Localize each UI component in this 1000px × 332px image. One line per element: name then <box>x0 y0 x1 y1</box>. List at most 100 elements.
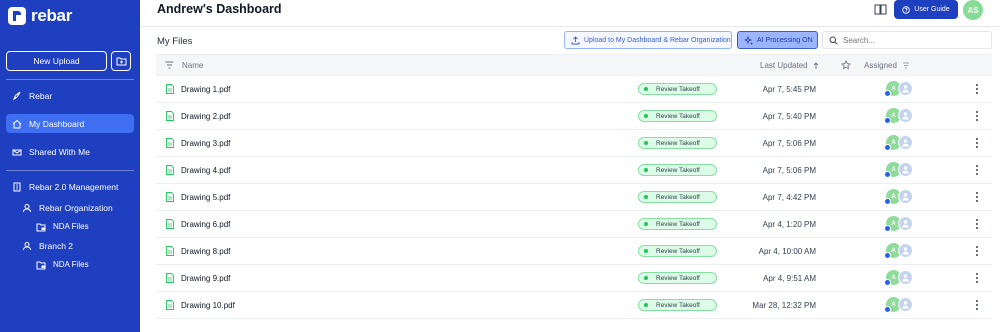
new-upload-button[interactable]: New Upload <box>6 51 107 71</box>
online-badge <box>884 306 891 313</box>
sidebar-item-rebar-organization[interactable]: Rebar Organization <box>6 198 134 217</box>
table-row[interactable]: Drawing 3.pdf Review Takeoff Apr 7, 5:06… <box>156 130 992 157</box>
ai-processing-toggle[interactable]: AI Processing ON <box>737 31 818 49</box>
file-name[interactable]: Drawing 5.pdf <box>181 193 230 202</box>
file-name[interactable]: Drawing 1.pdf <box>181 85 230 94</box>
status-badge[interactable]: Review Takeoff <box>638 218 717 230</box>
user-icon <box>902 166 909 174</box>
table-row[interactable]: Drawing 5.pdf Review Takeoff Apr 7, 4:42… <box>156 184 992 211</box>
more-options-icon[interactable] <box>975 246 979 256</box>
online-badge <box>884 90 891 97</box>
table-row[interactable]: Drawing 4.pdf Review Takeoff Apr 7, 5:06… <box>156 157 992 184</box>
search-box[interactable] <box>822 31 992 49</box>
more-options-icon[interactable] <box>975 219 979 229</box>
more-options-icon[interactable] <box>975 111 979 121</box>
sidebar-item-label: NDA Files <box>53 222 89 231</box>
status-dot <box>644 303 648 307</box>
user-guide-button[interactable]: User Guide <box>894 0 958 19</box>
status-badge[interactable]: Review Takeoff <box>638 164 717 176</box>
filter-icon[interactable] <box>165 61 174 69</box>
upload-icon <box>571 35 580 44</box>
help-circle-icon <box>902 5 911 14</box>
table-row[interactable]: Drawing 8.pdf Review Takeoff Apr 4, 10:0… <box>156 238 992 265</box>
add-assignee-avatar[interactable] <box>898 162 913 177</box>
sidebar-item-rebar[interactable]: Rebar <box>6 86 134 105</box>
add-assignee-avatar[interactable] <box>898 108 913 123</box>
sidebar-item-shared-with-me[interactable]: Shared With Me <box>6 142 134 161</box>
status-badge[interactable]: Review Takeoff <box>638 272 717 284</box>
assignees[interactable]: A <box>884 108 918 124</box>
rebar-logo-icon <box>8 7 26 25</box>
column-last-updated[interactable]: Last Updated <box>760 61 819 70</box>
add-assignee-avatar[interactable] <box>898 135 913 150</box>
table-row[interactable]: Drawing 6.pdf Review Takeoff Apr 4, 1:20… <box>156 211 992 238</box>
user-icon <box>902 112 909 120</box>
table-row[interactable]: Drawing 1.pdf Review Takeoff Apr 7, 5:45… <box>156 76 992 103</box>
user-avatar[interactable]: AS <box>963 0 983 20</box>
file-name[interactable]: Drawing 4.pdf <box>181 166 230 175</box>
assignees[interactable]: A <box>884 270 918 286</box>
more-options-icon[interactable] <box>975 273 979 283</box>
book-icon[interactable] <box>874 4 887 15</box>
file-name[interactable]: Drawing 3.pdf <box>181 139 230 148</box>
file-name[interactable]: Drawing 2.pdf <box>181 112 230 121</box>
add-assignee-avatar[interactable] <box>898 81 913 96</box>
file-name[interactable]: Drawing 6.pdf <box>181 220 230 229</box>
add-assignee-avatar[interactable] <box>898 297 913 312</box>
status-label: Review Takeoff <box>656 85 700 93</box>
column-last-updated-label: Last Updated <box>760 61 808 70</box>
table-row[interactable]: Drawing 9.pdf Review Takeoff Apr 4, 9:51… <box>156 265 992 292</box>
new-folder-button[interactable] <box>111 51 131 71</box>
column-assigned[interactable]: Assigned <box>864 61 910 70</box>
assignees[interactable]: A <box>884 216 918 232</box>
last-updated: Apr 7, 4:42 PM <box>762 193 816 202</box>
files-table: Name Last Updated Assigned Drawing 1.pdf… <box>156 54 992 332</box>
status-badge[interactable]: Review Takeoff <box>638 299 717 311</box>
upload-to-dashboard-button[interactable]: Upload to My Dashboard & Rebar Organizat… <box>564 31 732 49</box>
more-options-icon[interactable] <box>975 192 979 202</box>
file-name[interactable]: Drawing 9.pdf <box>181 274 230 283</box>
brand-logo[interactable]: rebar <box>8 6 134 26</box>
status-badge[interactable]: Review Takeoff <box>638 137 717 149</box>
more-options-icon[interactable] <box>975 138 979 148</box>
sidebar-item-nda-files[interactable]: NDA Files <box>6 217 134 236</box>
status-label: Review Takeoff <box>656 220 700 228</box>
sidebar-item-management[interactable]: Rebar 2.0 Management <box>6 177 134 196</box>
file-name[interactable]: Drawing 8.pdf <box>181 247 230 256</box>
table-row[interactable]: Drawing 2.pdf Review Takeoff Apr 7, 5:40… <box>156 103 992 130</box>
star-icon[interactable] <box>841 60 851 70</box>
status-badge[interactable]: Review Takeoff <box>638 110 717 122</box>
more-options-icon[interactable] <box>975 300 979 310</box>
avatar-initial: A <box>891 220 896 227</box>
assignees[interactable]: A <box>884 189 918 205</box>
sidebar-divider <box>6 79 134 80</box>
assignees[interactable]: A <box>884 81 918 97</box>
file-name[interactable]: Drawing 10.pdf <box>181 301 235 310</box>
assignees[interactable]: A <box>884 135 918 151</box>
assignees[interactable]: A <box>884 162 918 178</box>
add-assignee-avatar[interactable] <box>898 243 913 258</box>
add-assignee-avatar[interactable] <box>898 270 913 285</box>
sidebar-item-branch-2[interactable]: Branch 2 <box>6 236 134 255</box>
status-badge[interactable]: Review Takeoff <box>638 245 717 257</box>
assignees[interactable]: A <box>884 297 918 313</box>
more-options-icon[interactable] <box>975 84 979 94</box>
column-name[interactable]: Name <box>182 61 203 70</box>
status-dot <box>644 249 648 253</box>
status-dot <box>644 114 648 118</box>
status-badge[interactable]: Review Takeoff <box>638 83 717 95</box>
file-icon <box>166 84 174 94</box>
table-row[interactable]: Drawing 10.pdf Review Takeoff Mar 28, 12… <box>156 292 992 319</box>
more-options-icon[interactable] <box>975 165 979 175</box>
add-assignee-avatar[interactable] <box>898 216 913 231</box>
user-icon <box>902 220 909 228</box>
add-assignee-avatar[interactable] <box>898 189 913 204</box>
assignees[interactable]: A <box>884 243 918 259</box>
last-updated: Apr 4, 1:20 PM <box>762 220 816 229</box>
sidebar-item-my-dashboard[interactable]: My Dashboard <box>6 114 134 133</box>
users-icon <box>22 203 32 213</box>
last-updated: Apr 4, 10:00 AM <box>758 247 816 256</box>
search-input[interactable] <box>843 35 983 45</box>
status-badge[interactable]: Review Takeoff <box>638 191 717 203</box>
sidebar-item-nda-files[interactable]: NDA Files <box>6 255 134 274</box>
